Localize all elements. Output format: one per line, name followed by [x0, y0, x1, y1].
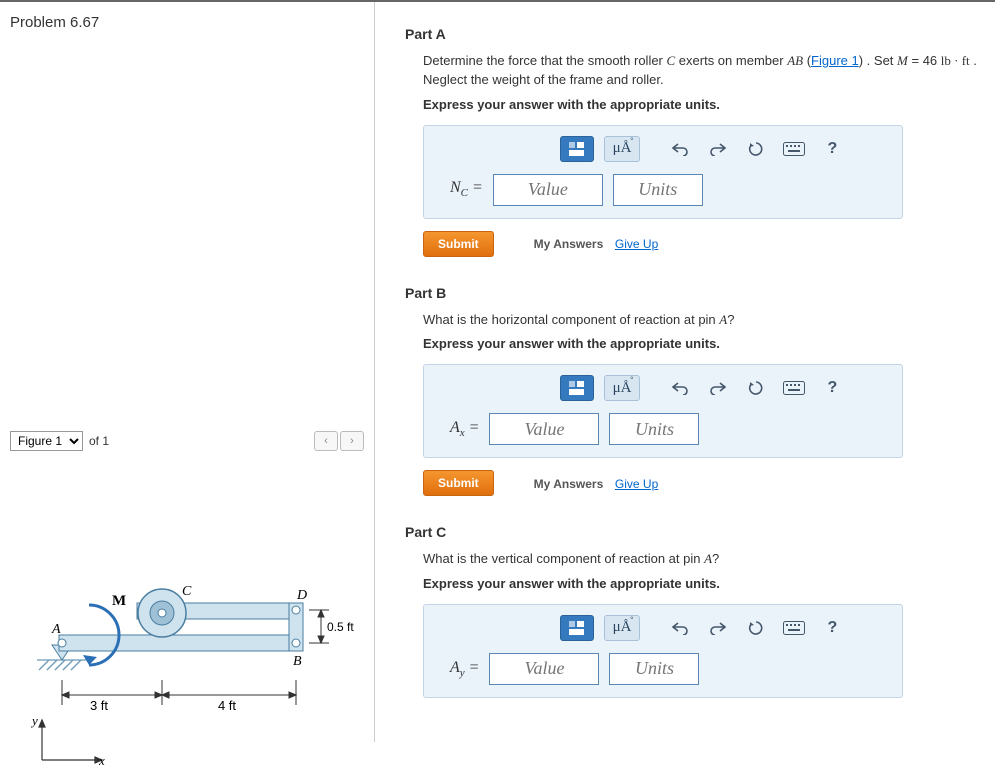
part-prompt: What is the vertical component of reacti…	[423, 550, 979, 569]
help-icon[interactable]: ?	[818, 136, 846, 162]
templates-icon[interactable]	[560, 136, 594, 162]
units-mu-button[interactable]: μÅ°	[604, 136, 641, 162]
part-instruction: Express your answer with the appropriate…	[423, 96, 979, 115]
variable-label: Ay =	[450, 659, 479, 679]
units-mu-button[interactable]: μÅ°	[604, 615, 641, 641]
submit-button[interactable]: Submit	[423, 231, 494, 257]
part-a: Part A Determine the force that the smoo…	[405, 26, 979, 257]
variable-label: Ax =	[450, 419, 479, 439]
figure-svg: A B C D M 3 ft 4 ft 0.5 ft y x	[17, 505, 357, 765]
label-d: D	[296, 588, 307, 603]
equation-toolbar: μÅ° ?	[436, 615, 890, 641]
templates-icon[interactable]	[560, 375, 594, 401]
units-input[interactable]	[613, 174, 703, 206]
give-up-link[interactable]: Give Up	[615, 477, 658, 491]
undo-icon[interactable]	[666, 615, 694, 641]
part-prompt: What is the horizontal component of reac…	[423, 311, 979, 330]
answer-box: μÅ° ? Ax =	[423, 364, 903, 458]
equation-toolbar: μÅ° ?	[436, 375, 890, 401]
reset-icon[interactable]	[742, 375, 770, 401]
figure-area: A B C D M 3 ft 4 ft 0.5 ft y x	[10, 465, 364, 765]
reset-icon[interactable]	[742, 136, 770, 162]
undo-icon[interactable]	[666, 136, 694, 162]
label-c: C	[182, 584, 192, 599]
value-input[interactable]	[489, 413, 599, 445]
units-input[interactable]	[609, 653, 699, 685]
value-input[interactable]	[493, 174, 603, 206]
my-answers-label: My Answers	[534, 237, 604, 251]
part-prompt: Determine the force that the smooth roll…	[423, 52, 979, 90]
label-b: B	[293, 654, 302, 669]
problem-title: Problem 6.67	[10, 10, 364, 31]
label-a: A	[51, 622, 61, 637]
part-title: Part A	[405, 26, 979, 42]
templates-icon[interactable]	[560, 615, 594, 641]
give-up-link[interactable]: Give Up	[615, 237, 658, 251]
value-input[interactable]	[489, 653, 599, 685]
submit-button[interactable]: Submit	[423, 470, 494, 496]
redo-icon[interactable]	[704, 615, 732, 641]
figure-prev-button[interactable]: ‹	[314, 431, 338, 451]
part-b: Part B What is the horizontal component …	[405, 285, 979, 497]
my-answers-label: My Answers	[534, 477, 604, 491]
keyboard-icon[interactable]	[780, 375, 808, 401]
figure-select[interactable]: Figure 1	[10, 431, 83, 451]
variable-label: NC =	[450, 179, 483, 199]
label-m: M	[112, 593, 126, 609]
part-c: Part C What is the vertical component of…	[405, 524, 979, 698]
axis-y: y	[30, 713, 38, 728]
keyboard-icon[interactable]	[780, 136, 808, 162]
part-instruction: Express your answer with the appropriate…	[423, 575, 979, 594]
redo-icon[interactable]	[704, 375, 732, 401]
help-icon[interactable]: ?	[818, 615, 846, 641]
part-title: Part C	[405, 524, 979, 540]
figure-next-button[interactable]: ›	[340, 431, 364, 451]
redo-icon[interactable]	[704, 136, 732, 162]
part-title: Part B	[405, 285, 979, 301]
dim-4ft: 4 ft	[218, 698, 236, 713]
figure-nav: Figure 1 of 1 ‹ ›	[10, 431, 364, 451]
units-mu-button[interactable]: μÅ°	[604, 375, 641, 401]
axis-x: x	[98, 753, 105, 765]
dim-3ft: 3 ft	[90, 698, 108, 713]
help-icon[interactable]: ?	[818, 375, 846, 401]
undo-icon[interactable]	[666, 375, 694, 401]
reset-icon[interactable]	[742, 615, 770, 641]
keyboard-icon[interactable]	[780, 615, 808, 641]
dim-05ft: 0.5 ft	[327, 620, 354, 634]
figure-count: of 1	[89, 434, 109, 448]
part-instruction: Express your answer with the appropriate…	[423, 335, 979, 354]
units-input[interactable]	[609, 413, 699, 445]
equation-toolbar: μÅ° ?	[436, 136, 890, 162]
answer-box: μÅ° ? Ay =	[423, 604, 903, 698]
answer-box: μÅ° ? NC =	[423, 125, 903, 219]
